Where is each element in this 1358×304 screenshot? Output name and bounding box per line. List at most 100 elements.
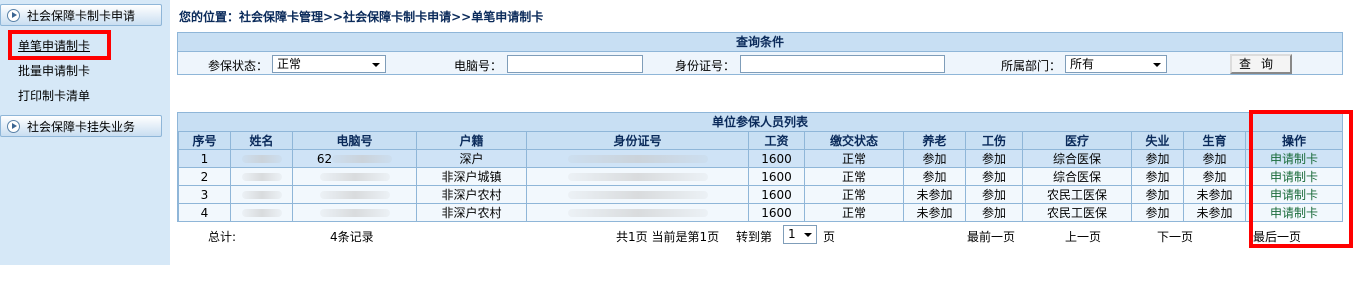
total-value: 4条记录 (330, 230, 374, 244)
page-unit: 页 (823, 230, 836, 244)
sidebar-item-print-list[interactable]: 打印制卡清单 (18, 87, 90, 104)
cell-shiye: 参加 (1131, 203, 1184, 222)
table-header-row: 序号 姓名 电脑号 户籍 身份证号 工资 缴交状态 养老 工伤 医疗 失业 生育… (178, 131, 1343, 150)
page-select[interactable]: 1 (783, 225, 817, 244)
table-row[interactable]: 4 非深户农村 1600 正常 未参加 参加 农民工医保 参加 未参加 申请制卡 (178, 203, 1343, 222)
cell-id (526, 149, 749, 168)
first-page-link[interactable]: 最前一页 (967, 228, 1015, 245)
redacted-mark (241, 155, 282, 163)
cell-salary: 1600 (748, 203, 805, 222)
query-panel-title: 查询条件 (178, 33, 1342, 52)
page-info: 共1页 当前是第1页 (616, 230, 720, 244)
col-header: 身份证号 (526, 131, 749, 150)
col-header: 缴交状态 (804, 131, 904, 150)
sidebar-item-batch-apply[interactable]: 批量申请制卡 (18, 62, 90, 79)
table-row[interactable]: 1 62 深户 1600 正常 参加 参加 综合医保 参加 参加 申请制卡 (178, 149, 1343, 168)
goto-label: 转到第 (736, 230, 773, 244)
prev-page-link[interactable]: 上一页 (1065, 228, 1101, 245)
cell-gongshang: 参加 (965, 185, 1023, 204)
col-header: 养老 (903, 131, 966, 150)
cell-yiliao: 综合医保 (1022, 167, 1132, 186)
redacted-mark (567, 155, 708, 163)
pagination-bar: 总计: 4条记录 共1页 当前是第1页 转到第 1 页 最前一页 上一页 下一页… (177, 225, 1343, 246)
cell-shengyu: 未参加 (1183, 203, 1246, 222)
cell-salary: 1600 (748, 185, 805, 204)
breadcrumb: 您的位置：社会保障卡管理>>社会保障卡制卡申请>>单笔申请制卡 (179, 10, 544, 24)
cell-huji: 非深户城镇 (416, 167, 527, 186)
col-header: 户籍 (416, 131, 527, 150)
cell-huji: 非深户农村 (416, 185, 527, 204)
redacted-mark (567, 191, 708, 199)
cell-huji: 非深户农村 (416, 203, 527, 222)
cell-computer-no (292, 203, 417, 222)
cell-gongshang: 参加 (965, 167, 1023, 186)
cell-shengyu: 参加 (1183, 167, 1246, 186)
cell-yanglao: 未参加 (903, 203, 966, 222)
status-select[interactable]: 正常 (272, 55, 386, 73)
cell-salary: 1600 (748, 167, 805, 186)
total-label: 总计: (208, 230, 237, 244)
cell-id (526, 185, 749, 204)
computer-no-label: 电脑号： (454, 59, 503, 73)
expand-arrow-icon (7, 119, 20, 133)
redacted-mark (319, 191, 390, 199)
redacted-mark (567, 173, 708, 181)
id-number-input[interactable] (740, 55, 945, 73)
cell-yiliao: 农民工医保 (1022, 185, 1132, 204)
redacted-mark (567, 209, 708, 217)
cell-shiye: 参加 (1131, 167, 1184, 186)
next-page-link[interactable]: 下一页 (1157, 228, 1193, 245)
cell-no: 1 (178, 149, 231, 168)
cell-computer-no: 62 (292, 149, 417, 168)
col-header: 失业 (1131, 131, 1184, 150)
cell-shiye: 参加 (1131, 185, 1184, 204)
cell-name (230, 203, 293, 222)
sidebar-group-label: 社会保障卡制卡申请 (27, 8, 136, 23)
cell-salary: 1600 (748, 149, 805, 168)
search-button[interactable]: 查询 (1230, 54, 1292, 74)
staff-table: 序号 姓名 电脑号 户籍 身份证号 工资 缴交状态 养老 工伤 医疗 失业 生育… (178, 131, 1343, 222)
redacted-mark (241, 191, 282, 199)
department-label: 所属部门： (1001, 59, 1062, 73)
cell-status: 正常 (804, 185, 904, 204)
expand-arrow-icon (7, 8, 20, 22)
id-label: 身份证号： (675, 59, 736, 73)
cell-status: 正常 (804, 149, 904, 168)
query-panel: 查询条件 参保状态： 正常 电脑号： 身份证号： 所属部门： 所有 查询 (177, 32, 1343, 75)
cell-id (526, 203, 749, 222)
cell-shengyu: 未参加 (1183, 185, 1246, 204)
staff-list-panel: 单位参保人员列表 序号 姓名 电脑号 户籍 身份证号 工资 缴交状态 养老 工伤… (177, 112, 1343, 222)
cell-no: 3 (178, 185, 231, 204)
cell-yanglao: 未参加 (903, 185, 966, 204)
cell-name (230, 167, 293, 186)
cell-status: 正常 (804, 203, 904, 222)
cell-name (230, 185, 293, 204)
department-select[interactable]: 所有 (1065, 55, 1167, 73)
highlight-box-sidebar (8, 30, 111, 60)
cell-yiliao: 农民工医保 (1022, 203, 1132, 222)
highlight-box-action-column (1249, 110, 1353, 248)
cell-name (230, 149, 293, 168)
cell-no: 2 (178, 167, 231, 186)
cell-huji: 深户 (416, 149, 527, 168)
cell-gongshang: 参加 (965, 203, 1023, 222)
status-label: 参保状态： (208, 59, 269, 73)
redacted-mark (332, 155, 393, 163)
redacted-mark (319, 173, 390, 181)
sidebar-group-card-apply[interactable]: 社会保障卡制卡申请 (0, 4, 162, 26)
department-select-value: 所有 (1070, 57, 1095, 71)
sidebar-group-card-loss[interactable]: 社会保障卡挂失业务 (0, 115, 162, 137)
computer-no-input[interactable] (507, 55, 643, 73)
col-header: 序号 (178, 131, 231, 150)
redacted-mark (241, 173, 282, 181)
cell-yiliao: 综合医保 (1022, 149, 1132, 168)
col-header: 工伤 (965, 131, 1023, 150)
col-header: 生育 (1183, 131, 1246, 150)
col-header: 电脑号 (292, 131, 417, 150)
cell-computer-no (292, 185, 417, 204)
staff-list-title: 单位参保人员列表 (178, 113, 1342, 131)
table-row[interactable]: 2 非深户城镇 1600 正常 参加 参加 综合医保 参加 参加 申请制卡 (178, 167, 1343, 186)
dropdown-arrow-icon (372, 63, 380, 67)
redacted-mark (319, 209, 390, 217)
table-row[interactable]: 3 非深户农村 1600 正常 未参加 参加 农民工医保 参加 未参加 申请制卡 (178, 185, 1343, 204)
